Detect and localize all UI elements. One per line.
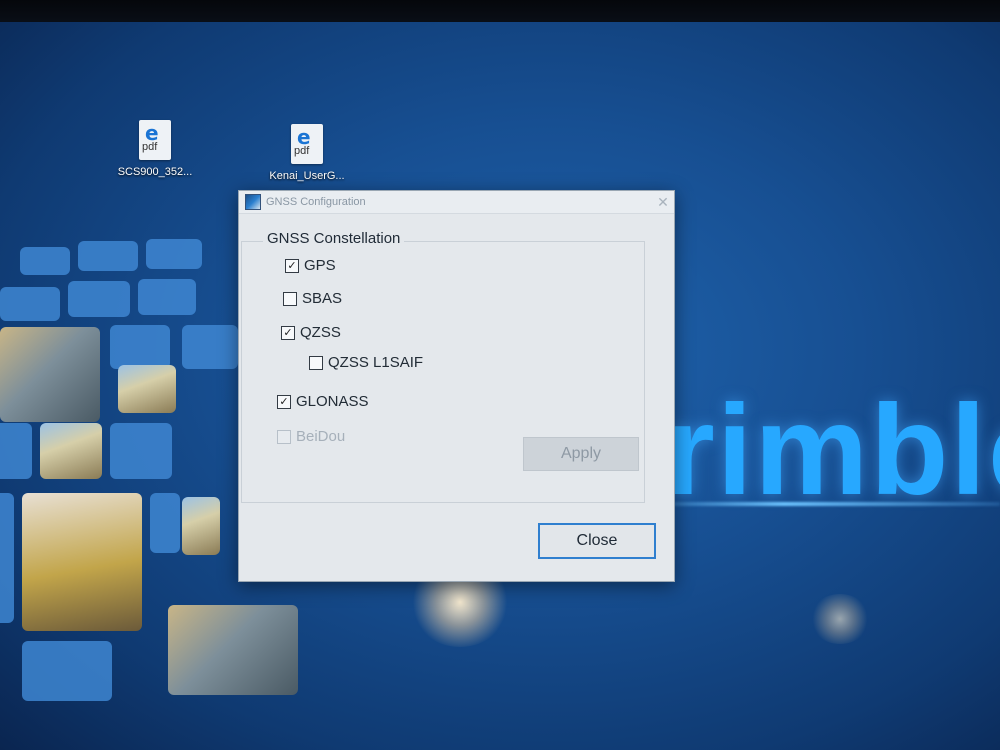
brand-underline — [640, 502, 1000, 506]
app-icon — [245, 194, 261, 210]
checkbox-beidou: BeiDou — [277, 428, 345, 445]
checkbox-gps[interactable]: ✓ GPS — [285, 257, 336, 274]
desktop-file-kenai[interactable]: e pdf Kenai_UserG... — [252, 124, 362, 182]
checkbox-icon — [277, 429, 291, 444]
dialog-title: GNSS Configuration — [266, 196, 366, 208]
checkbox-label: GPS — [304, 257, 336, 274]
desktop-file-scs900[interactable]: e pdf SCS900_352... — [100, 120, 210, 178]
checkbox-glonass[interactable]: ✓ GLONASS — [277, 393, 369, 410]
close-button[interactable]: Close — [538, 523, 656, 559]
checkbox-qzss[interactable]: ✓ QZSS — [281, 324, 341, 341]
pdf-file-icon: e pdf — [291, 124, 323, 164]
checkbox-icon[interactable] — [283, 291, 297, 306]
desktop-file-label: Kenai_UserG... — [269, 170, 345, 182]
checkbox-qzss-l1saif[interactable]: QZSS L1SAIF — [309, 354, 423, 371]
pdf-file-icon: e pdf — [139, 120, 171, 160]
screen-glare — [810, 594, 870, 644]
close-icon[interactable]: ✕ — [652, 194, 674, 211]
checkbox-icon[interactable]: ✓ — [277, 394, 291, 409]
dialog-titlebar[interactable]: GNSS Configuration ✕ — [239, 191, 674, 214]
checkbox-label: SBAS — [302, 290, 343, 307]
checkbox-icon[interactable]: ✓ — [281, 325, 295, 340]
desktop-file-label: SCS900_352... — [117, 166, 193, 178]
checkbox-label: QZSS L1SAIF — [328, 354, 424, 371]
group-title: GNSS Constellation — [263, 230, 405, 247]
checkbox-label: QZSS — [300, 324, 341, 341]
checkbox-icon[interactable] — [309, 355, 323, 370]
checkbox-label: BeiDou — [296, 428, 346, 445]
gnss-configuration-dialog: GNSS Configuration ✕ GNSS Constellation … — [238, 190, 675, 582]
apply-button[interactable]: Apply — [523, 437, 639, 471]
checkbox-sbas[interactable]: SBAS — [283, 290, 342, 307]
checkbox-label: GLONASS — [296, 393, 369, 410]
checkbox-icon[interactable]: ✓ — [285, 258, 299, 273]
brand-wordmark: rimble — [665, 379, 1000, 522]
